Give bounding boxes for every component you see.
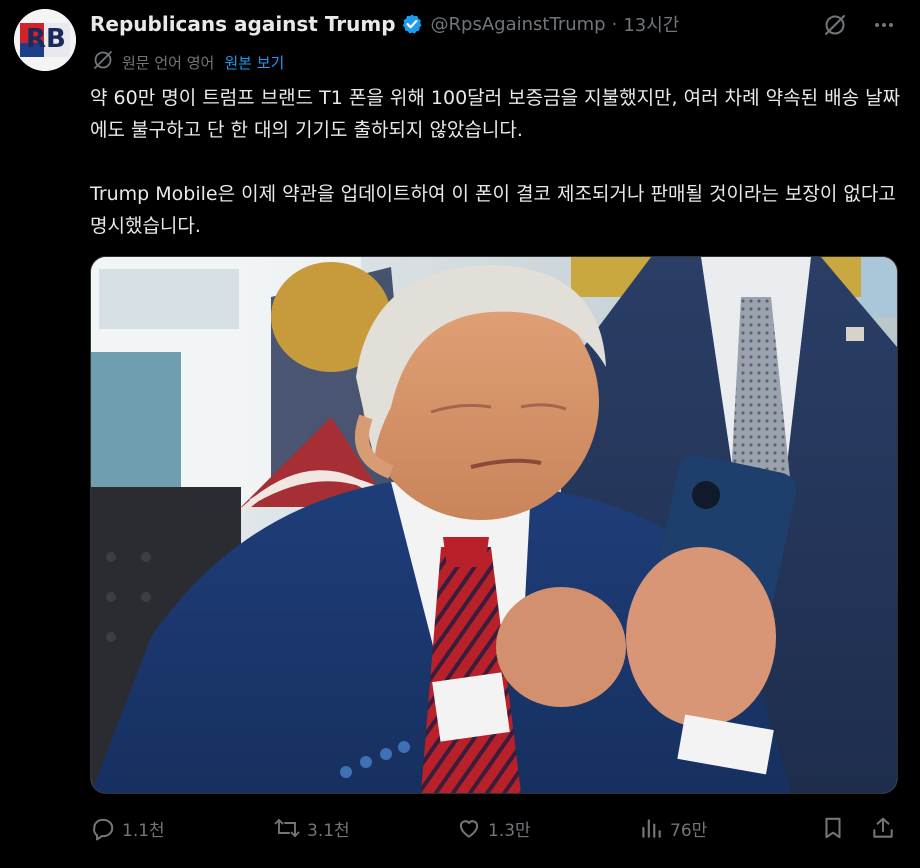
bookmark-icon [825,817,841,839]
grok-icon[interactable] [822,12,848,38]
translation-bar: 원문 언어 영어 원본 보기 [92,50,284,74]
post-photo [91,257,897,793]
translation-label: 원문 언어 영어 [122,53,215,72]
translate-icon [92,49,114,75]
bookmark-button[interactable] [820,812,852,844]
like-count: 1.3만 [488,820,531,841]
avatar-logo: RB [14,9,76,71]
share-icon [873,817,893,838]
author-name[interactable]: Republicans against Trump [90,12,396,36]
post-image[interactable] [90,256,898,794]
repost-count: 3.1천 [307,820,350,841]
separator-dot: · [611,13,618,35]
reply-count: 1.1천 [122,820,165,841]
reply-icon [93,818,114,841]
post-timestamp[interactable]: 13시간 [623,11,679,37]
post-header: Republicans against Trump @RpsAgainstTru… [90,10,679,38]
author-handle[interactable]: @RpsAgainstTrump [431,14,606,35]
avatar-text: RB [26,24,66,54]
like-button[interactable]: 1.3만 [456,812,531,844]
verified-badge-icon [402,14,422,34]
views-count: 76만 [670,820,708,841]
repost-button[interactable]: 3.1천 [273,812,350,844]
post-paragraph: 약 60만 명이 트럼프 브랜드 T1 폰을 위해 100달러 보증금을 지불했… [90,87,901,141]
share-button[interactable] [870,812,902,844]
views-button[interactable]: 76만 [638,812,707,844]
more-icon[interactable] [872,13,896,37]
views-icon [642,819,661,838]
reply-button[interactable]: 1.1천 [90,812,165,844]
post-text: 약 60만 명이 트럼프 브랜드 T1 폰을 위해 100달러 보증금을 지불했… [90,82,902,242]
post-paragraph: Trump Mobile은 이제 약관을 업데이트하여 이 폰이 결코 제조되거… [90,183,896,237]
show-original-link[interactable]: 원본 보기 [224,52,284,73]
post-actions: 1.1천 3.1천 1.3만 76만 [90,812,896,844]
like-icon [459,820,479,838]
author-avatar[interactable]: RB [14,9,76,71]
top-actions [822,12,896,38]
repost-icon [274,819,300,837]
